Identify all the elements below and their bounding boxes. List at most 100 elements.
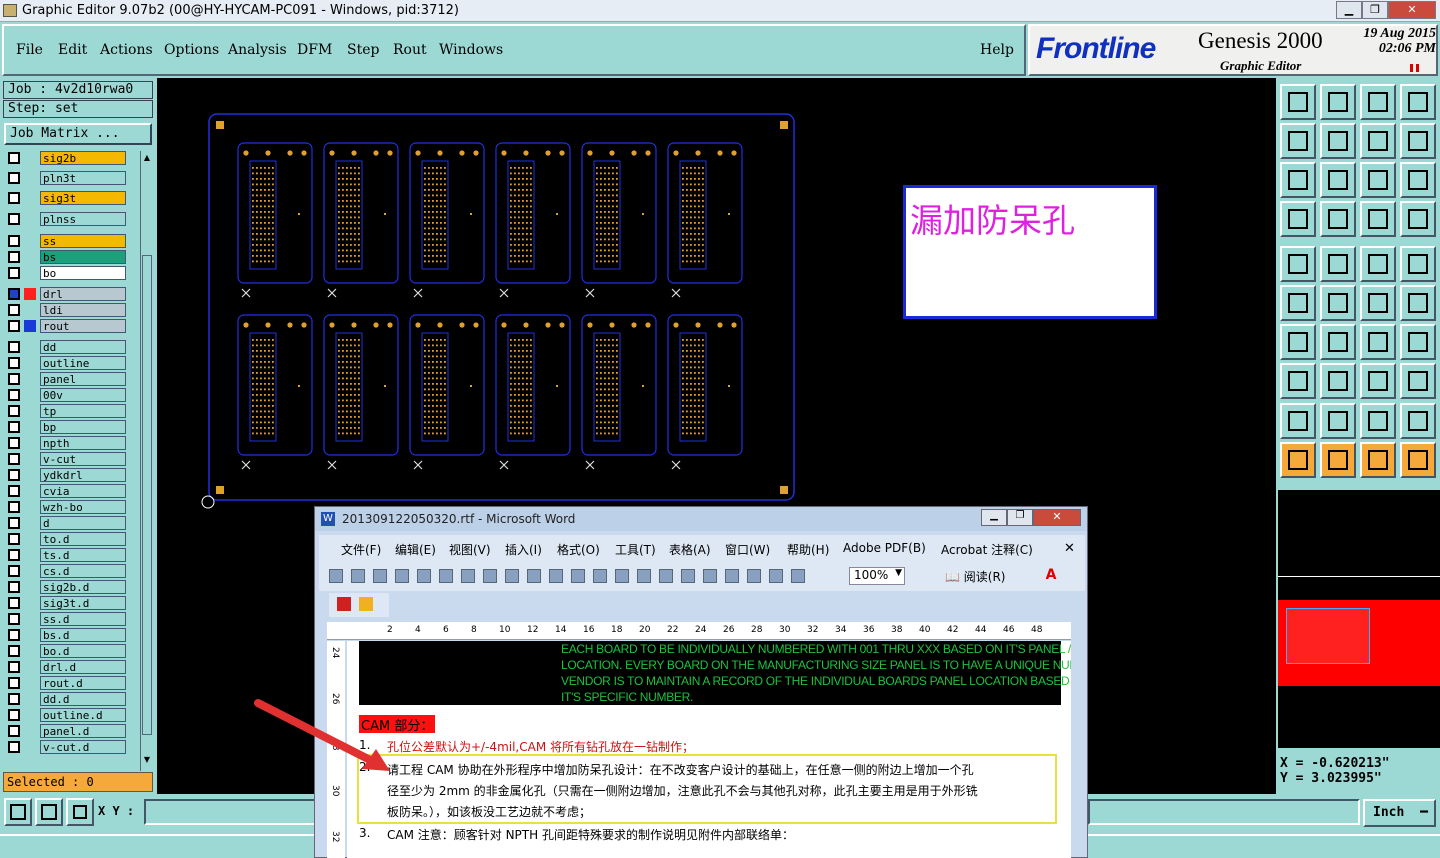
- layer-checkbox[interactable]: [8, 597, 20, 609]
- word-menu-item[interactable]: Adobe PDF(B): [843, 541, 926, 555]
- layer-name[interactable]: dd.d: [40, 692, 126, 706]
- toolbox-button[interactable]: [1320, 324, 1356, 360]
- word-menu-item[interactable]: 窗口(W): [725, 541, 770, 558]
- menu-step[interactable]: Step: [347, 42, 379, 58]
- layer-checkbox[interactable]: [8, 267, 20, 279]
- word-toolbar-icon[interactable]: [549, 569, 563, 583]
- toolbox-button[interactable]: [1360, 201, 1396, 237]
- toolbox-button[interactable]: [1400, 285, 1436, 321]
- layer-name[interactable]: bo: [40, 266, 126, 280]
- layer-row[interactable]: bo: [4, 266, 128, 280]
- toolbox-button[interactable]: [1320, 84, 1356, 120]
- word-toolbar-icon[interactable]: [615, 569, 629, 583]
- layer-checkbox[interactable]: [8, 485, 20, 497]
- layer-color-swatch[interactable]: [24, 320, 36, 332]
- layer-name[interactable]: d: [40, 516, 126, 530]
- toolbox-button[interactable]: [1400, 442, 1436, 478]
- layer-checkbox[interactable]: [8, 304, 20, 316]
- layer-row[interactable]: outline.d: [4, 708, 128, 722]
- job-matrix-button[interactable]: Job Matrix ...: [4, 123, 152, 145]
- grid-tool-button[interactable]: [66, 798, 94, 826]
- layer-row[interactable]: bs: [4, 250, 128, 264]
- layer-checkbox[interactable]: [8, 421, 20, 433]
- layer-row[interactable]: ydkdrl: [4, 468, 128, 482]
- layer-name[interactable]: ss: [40, 234, 126, 248]
- layer-name[interactable]: ydkdrl: [40, 468, 126, 482]
- word-toolbar-icon[interactable]: [505, 569, 519, 583]
- menu-edit[interactable]: Edit: [58, 42, 87, 58]
- menu-windows[interactable]: Windows: [439, 42, 503, 58]
- layer-row[interactable]: bo.d: [4, 644, 128, 658]
- toolbox-button[interactable]: [1280, 246, 1316, 282]
- toolbox-button[interactable]: [1280, 162, 1316, 198]
- word-menu-item[interactable]: 文件(F): [341, 541, 381, 558]
- layer-color-swatch[interactable]: [24, 288, 36, 300]
- layer-checkbox[interactable]: [8, 629, 20, 641]
- word-toolbar-icon[interactable]: [791, 569, 805, 583]
- menu-file[interactable]: File: [16, 42, 43, 58]
- layer-row[interactable]: bp: [4, 420, 128, 434]
- word-maximize-button[interactable]: ❐: [1007, 509, 1033, 526]
- toolbox-button[interactable]: [1280, 123, 1316, 159]
- toolbox-button[interactable]: [1400, 403, 1436, 439]
- layer-row[interactable]: dd: [4, 340, 128, 354]
- toolbox-button[interactable]: [1360, 363, 1396, 399]
- word-menu-item[interactable]: 表格(A): [669, 541, 711, 558]
- layer-checkbox[interactable]: [8, 192, 20, 204]
- layer-row[interactable]: npth: [4, 436, 128, 450]
- layer-row[interactable]: sig2b: [4, 151, 128, 165]
- layer-checkbox[interactable]: [8, 565, 20, 577]
- maximize-button[interactable]: ❐: [1362, 1, 1388, 19]
- layer-row[interactable]: drl.d: [4, 660, 128, 674]
- toolbox-button[interactable]: [1320, 246, 1356, 282]
- layer-row[interactable]: ss.d: [4, 612, 128, 626]
- toolbox-button[interactable]: [1320, 442, 1356, 478]
- word-toolbar-icon[interactable]: [659, 569, 673, 583]
- layer-row[interactable]: dd.d: [4, 692, 128, 706]
- layer-name[interactable]: cs.d: [40, 564, 126, 578]
- layer-checkbox[interactable]: [8, 288, 20, 300]
- layer-checkbox[interactable]: [8, 341, 20, 353]
- layer-name[interactable]: plnss: [40, 212, 126, 226]
- layer-checkbox[interactable]: [8, 172, 20, 184]
- layer-checkbox[interactable]: [8, 709, 20, 721]
- toolbox-button[interactable]: [1360, 285, 1396, 321]
- toolbox-button[interactable]: [1280, 324, 1316, 360]
- layer-checkbox[interactable]: [8, 533, 20, 545]
- word-doc-close-icon[interactable]: ✕: [1064, 541, 1075, 556]
- layer-row[interactable]: v-cut.d: [4, 740, 128, 754]
- layer-name[interactable]: outline.d: [40, 708, 126, 722]
- layer-row[interactable]: plnss: [4, 212, 128, 226]
- layer-name[interactable]: drl.d: [40, 660, 126, 674]
- layer-checkbox[interactable]: [8, 405, 20, 417]
- layer-checkbox[interactable]: [8, 725, 20, 737]
- word-toolbar-icon[interactable]: [461, 569, 475, 583]
- word-minimize-button[interactable]: ▁: [981, 509, 1007, 526]
- horizontal-ruler[interactable]: 2 4 6 8 10 12 14 16 18 20 22 24 26 28 30 32 34 36 38 40 42 44…: [327, 622, 1071, 640]
- toolbox-button[interactable]: [1400, 162, 1436, 198]
- word-toolbar-icon[interactable]: [571, 569, 585, 583]
- zoom-select[interactable]: 100% ▼: [849, 567, 905, 585]
- toolbox-button[interactable]: [1400, 246, 1436, 282]
- layer-name[interactable]: dd: [40, 340, 126, 354]
- layer-name[interactable]: rout.d: [40, 676, 126, 690]
- word-toolbar-icon[interactable]: [747, 569, 761, 583]
- word-menu-item[interactable]: Acrobat 注释(C): [941, 541, 1033, 558]
- layer-name[interactable]: rout: [40, 319, 126, 333]
- toolbox-button[interactable]: [1320, 162, 1356, 198]
- layer-name[interactable]: sig2b: [40, 151, 126, 165]
- menu-analysis[interactable]: Analysis: [228, 42, 287, 58]
- layer-row[interactable]: pln3t: [4, 171, 128, 185]
- word-toolbar-icon[interactable]: [329, 569, 343, 583]
- layer-checkbox[interactable]: [8, 549, 20, 561]
- menu-dfm[interactable]: DFM: [297, 42, 332, 58]
- layer-row[interactable]: ldi: [4, 303, 128, 317]
- toolbox-button[interactable]: [1320, 403, 1356, 439]
- word-toolbar-icon[interactable]: [637, 569, 651, 583]
- toolbox-button[interactable]: [1320, 285, 1356, 321]
- layer-checkbox[interactable]: [8, 469, 20, 481]
- word-toolbar-icon[interactable]: [373, 569, 387, 583]
- word-toolbar-icon[interactable]: [417, 569, 431, 583]
- layer-name[interactable]: bo.d: [40, 644, 126, 658]
- toolbox-button[interactable]: [1320, 123, 1356, 159]
